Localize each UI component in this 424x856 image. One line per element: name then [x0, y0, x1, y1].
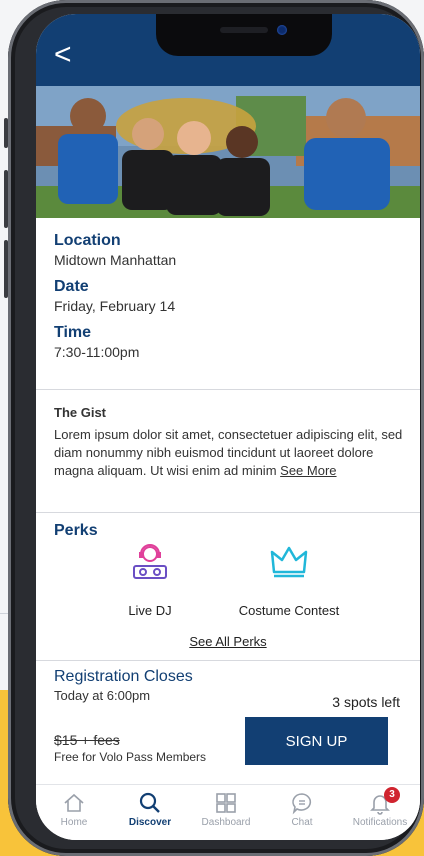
gist-body-paragraph: Lorem ipsum dolor sit amet, consectetuer… [54, 426, 404, 480]
chat-icon [292, 793, 312, 815]
grid-icon [216, 793, 236, 813]
kids-photo [36, 86, 420, 218]
tab-discover[interactable]: Discover [112, 791, 188, 828]
time-label: Time [54, 324, 92, 341]
see-more-link[interactable]: See More [280, 463, 336, 478]
pass-note: Free for Volo Pass Members [54, 750, 207, 764]
tab-label: Chat [291, 817, 313, 828]
gist-title: The Gist [54, 405, 107, 420]
volume-up-button [4, 170, 8, 228]
section-divider [36, 389, 420, 390]
tab-notifications[interactable]: 3 Notifications [340, 787, 420, 828]
app-screen: < Location Midtown Manhattan Date Friday… [36, 14, 420, 840]
section-divider [36, 660, 420, 661]
tab-home[interactable]: Home [36, 791, 112, 828]
location-value: Midtown Manhattan [54, 252, 177, 268]
back-button[interactable]: < [54, 40, 72, 70]
phone-frame: < Location Midtown Manhattan Date Friday… [4, 0, 424, 856]
date-label: Date [54, 278, 89, 295]
price: $15 + fees [54, 732, 120, 748]
perks-section: Perks [54, 522, 404, 540]
registration-title: Registration Closes [54, 668, 193, 685]
tab-label: Dashboard [201, 817, 251, 828]
dj-icon [133, 544, 167, 579]
tab-chat[interactable]: Chat [264, 791, 340, 828]
price-block: $15 + fees Free for Volo Pass Members [54, 732, 206, 764]
search-icon [139, 792, 160, 813]
perk-item-costume-contest[interactable]: Costume Contest [224, 542, 354, 618]
perk-item-live-dj[interactable]: Live DJ [110, 542, 190, 618]
notification-badge: 3 [384, 787, 400, 803]
perk-label: Live DJ [128, 603, 172, 618]
gist-body: Lorem ipsum dolor sit amet, consectetuer… [54, 427, 403, 478]
time-value: 7:30-11:00pm [54, 344, 140, 360]
mute-switch [4, 118, 8, 148]
crown-icon [270, 546, 308, 578]
date-value: Friday, February 14 [54, 298, 176, 314]
gist-section: The Gist Lorem ipsum dolor sit amet, con… [54, 400, 404, 480]
spots-left: 3 spots left [332, 694, 400, 710]
speaker-grille [220, 27, 268, 33]
tab-label: Discover [128, 817, 172, 828]
sign-up-button[interactable]: SIGN UP [245, 717, 388, 765]
tab-label: Notifications [352, 817, 408, 828]
tab-label: Home [60, 817, 88, 828]
event-details: Location Midtown Manhattan Date Friday, … [54, 232, 404, 370]
perks-title: Perks [54, 522, 98, 539]
location-label: Location [54, 232, 121, 249]
home-icon [64, 793, 84, 812]
chevron-left-icon: < [54, 38, 72, 71]
see-all-perks-link[interactable]: See All Perks [36, 634, 420, 649]
front-camera-icon [277, 25, 287, 35]
hero-image [36, 86, 420, 218]
tab-dashboard[interactable]: Dashboard [188, 791, 264, 828]
perk-label: Costume Contest [238, 603, 340, 618]
notch [156, 14, 332, 56]
section-divider [36, 512, 420, 513]
volume-down-button [4, 240, 8, 298]
tab-bar: Home Discover Dashboard Chat 3 Notificat… [36, 784, 420, 840]
